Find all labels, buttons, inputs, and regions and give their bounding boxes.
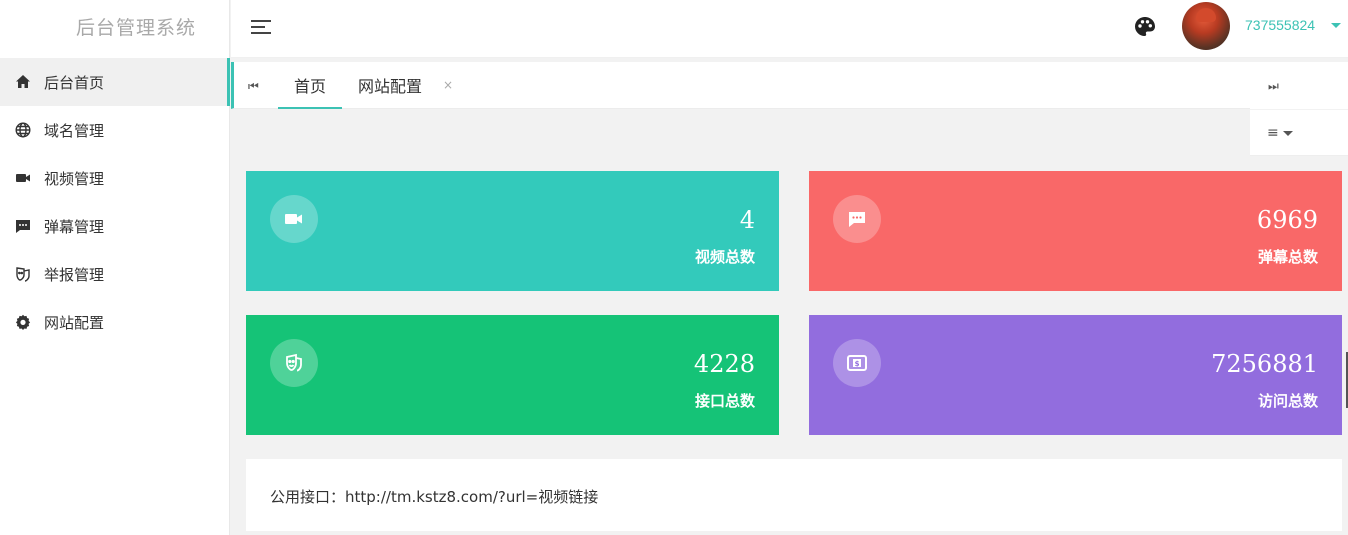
stat-value: 4: [739, 206, 755, 234]
username-menu[interactable]: 737555824: [1245, 17, 1315, 33]
stat-label: 视频总数: [694, 248, 755, 266]
sidebar-item-label: 视频管理: [44, 169, 105, 188]
top-header: 737555824: [231, 0, 1348, 58]
tab-label: 首页: [293, 77, 326, 96]
tab-site-config[interactable]: 网站配置: [358, 62, 422, 109]
list-icon: ≡: [1267, 125, 1279, 141]
comment-icon: [833, 195, 881, 243]
stat-card-videos: 4 视频总数: [246, 171, 779, 291]
sidebar-item-label: 弹幕管理: [44, 217, 105, 236]
stat-label: 访问总数: [1257, 392, 1318, 410]
public-api-notice: 公用接口：http://tm.kstz8.com/?url=视频链接: [246, 459, 1342, 531]
avatar[interactable]: [1182, 2, 1230, 50]
comment-icon: [14, 217, 32, 235]
sidebar-item-label: 域名管理: [44, 121, 105, 140]
chevron-down-icon[interactable]: [1331, 23, 1341, 28]
home-icon: [14, 73, 32, 91]
sidebar-item-reports[interactable]: 举报管理: [0, 250, 229, 298]
sidebar-item-dashboard[interactable]: 后台首页: [0, 58, 230, 106]
video-camera-icon: [14, 169, 32, 187]
stat-card-danmaku: 6969 弹幕总数: [809, 171, 1342, 291]
sidebar-menu: 后台首页 域名管理 视频管理 弹幕管理 举报管理 网站配置: [0, 58, 230, 346]
sidebar: 后台管理系统 后台首页 域名管理 视频管理 弹幕管理 举报管理 网站配置: [0, 0, 230, 535]
tab-label: 网站配置: [358, 77, 423, 96]
sidebar-item-videos[interactable]: 视频管理: [0, 154, 229, 202]
app-root: 后台管理系统 后台首页 域名管理 视频管理 弹幕管理 举报管理 网站配置 737…: [0, 0, 1348, 535]
stat-card-visits: $ 7256881 访问总数: [809, 315, 1342, 435]
tab-prev-icon[interactable]: ⏮: [248, 79, 259, 94]
close-icon[interactable]: ×: [443, 78, 453, 92]
svg-text:$: $: [855, 360, 860, 368]
stat-value: 6969: [1256, 206, 1318, 234]
sidebar-item-site-config[interactable]: 网站配置: [0, 298, 229, 346]
tab-home[interactable]: 首页: [278, 62, 342, 109]
hamburger-icon[interactable]: [251, 18, 271, 36]
stat-label: 弹幕总数: [1257, 248, 1318, 266]
sidebar-item-label: 举报管理: [44, 265, 105, 284]
tab-options-menu[interactable]: ≡: [1250, 110, 1348, 156]
mask-icon: [14, 265, 32, 283]
stat-value: 4228: [693, 350, 755, 378]
app-logo-title: 后台管理系统: [76, 17, 197, 39]
mask-icon: [270, 339, 318, 387]
notice-text: 公用接口：http://tm.kstz8.com/?url=视频链接: [270, 488, 599, 506]
stat-value: 7256881: [1211, 350, 1318, 378]
sidebar-item-danmaku[interactable]: 弹幕管理: [0, 202, 229, 250]
stat-label: 接口总数: [694, 392, 755, 410]
video-camera-icon: [270, 195, 318, 243]
palette-icon[interactable]: [1133, 15, 1157, 39]
tab-next-icon[interactable]: ⏭: [1250, 62, 1348, 109]
sidebar-item-domains[interactable]: 域名管理: [0, 106, 229, 154]
sidebar-item-label: 网站配置: [44, 313, 105, 332]
tab-bar: ⏮ 首页 网站配置 ×: [231, 62, 1250, 109]
gear-icon: [14, 313, 32, 331]
money-icon: $: [833, 339, 881, 387]
sidebar-item-label: 后台首页: [44, 73, 105, 92]
globe-icon: [14, 121, 32, 139]
chevron-down-icon: [1282, 130, 1293, 136]
stat-card-api: 4228 接口总数: [246, 315, 779, 435]
